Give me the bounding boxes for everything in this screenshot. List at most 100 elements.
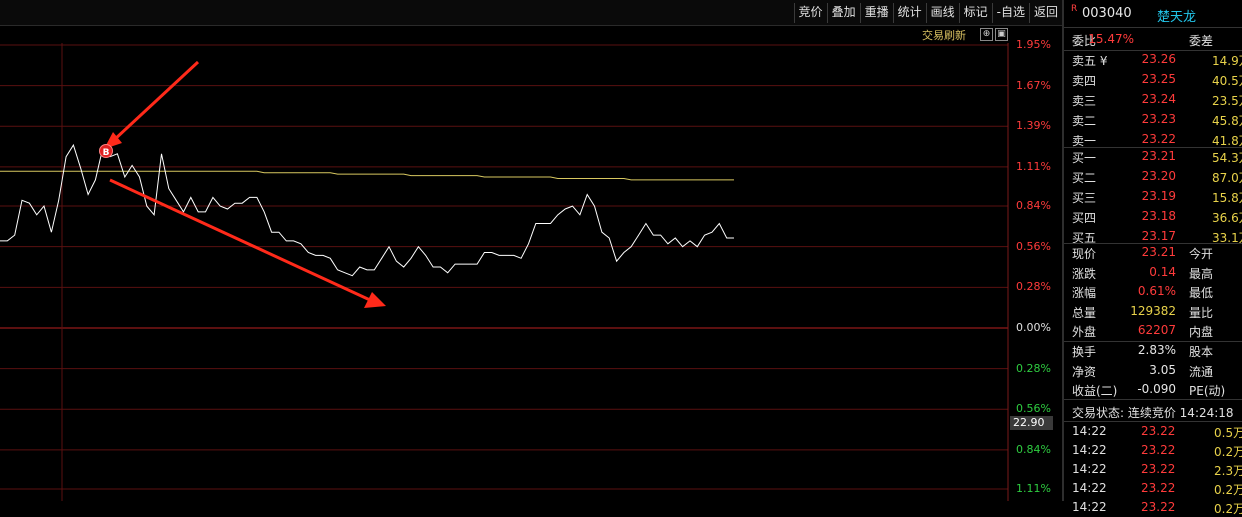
quote-label: 外盘 <box>1072 325 1097 339</box>
tick-volume: 0.5万 <box>1214 426 1242 440</box>
quote-label: 总量 <box>1072 305 1097 320</box>
tick-price: 23.22 <box>1141 443 1176 457</box>
tick-time: 14:22 <box>1072 500 1107 514</box>
bid-volume: 36.6万 <box>1212 211 1242 225</box>
fundamental-label: 换手 <box>1072 345 1097 359</box>
weibi-value: 15.47% <box>1088 32 1134 46</box>
bid-volume: 15.8万 <box>1212 191 1242 205</box>
ask-volume: 23.5万 <box>1212 94 1242 108</box>
quote-label2: 量比 <box>1189 305 1214 320</box>
annotation-arrow-2 <box>109 178 371 302</box>
pct-tick-label: 1.39% <box>1016 119 1051 133</box>
tick-time: 14:22 <box>1072 462 1107 476</box>
pct-tick-label: 0.28% <box>1016 361 1051 375</box>
price-cursor-tag: 22.90 <box>1010 416 1053 430</box>
tick-time: 14:22 <box>1072 481 1107 495</box>
bid-level-label: 买二 <box>1072 171 1097 185</box>
tick-price: 23.22 <box>1141 424 1176 438</box>
ask-level-label: 卖四 <box>1072 74 1097 88</box>
avg-price-line <box>0 170 734 181</box>
quote-row: 涨跌 0.14 最高 <box>1064 263 1242 282</box>
fundamental-row: 收益(二) -0.090 PE(动) <box>1064 380 1242 399</box>
quote-label: 涨幅 <box>1072 286 1097 300</box>
ask-row: 卖二 23.23 45.8万 <box>1064 110 1242 129</box>
buy-marker-label: B <box>103 148 110 158</box>
quote-value: 62207 <box>1137 323 1176 337</box>
fundamental-row: 净资 3.05 流通 <box>1064 361 1242 380</box>
tick-price: 23.22 <box>1141 500 1176 514</box>
bid-volume: 54.3万 <box>1212 151 1242 165</box>
tick-volume: 2.3万 <box>1214 464 1242 478</box>
bid-price: 23.18 <box>1141 209 1176 223</box>
weicha-label: 委差 <box>1189 34 1214 48</box>
pct-tick-label: 0.84% <box>1016 199 1051 213</box>
ask-level-label: 卖二 <box>1072 114 1097 128</box>
annotation-arrow-1 <box>112 60 200 142</box>
bid-price: 23.20 <box>1141 169 1176 183</box>
ask-row: 卖四 23.25 40.5万 <box>1064 70 1242 89</box>
pct-tick-label: 0.28% <box>1016 280 1051 294</box>
ask-price: 23.26 <box>1141 52 1176 66</box>
quote-value: 0.14 <box>1149 264 1176 279</box>
quote-value: 23.21 <box>1141 245 1176 259</box>
tick-time: 14:22 <box>1072 443 1107 457</box>
fundamental-label: 收益(二) <box>1072 384 1118 398</box>
bid-level-label: 买一 <box>1072 151 1097 165</box>
stock-header: R 003040 楚天龙 <box>1064 0 1242 28</box>
bid-level-label: 买三 <box>1072 191 1097 205</box>
quote-label2: 最低 <box>1189 286 1214 300</box>
panel-separator <box>1064 399 1242 400</box>
quote-value: 129382 <box>1130 303 1176 318</box>
bid-row: 买二 23.20 87.0万 <box>1064 167 1242 186</box>
bid-level-label: 买四 <box>1072 211 1097 225</box>
pct-tick-label: 0.56% <box>1016 239 1051 253</box>
tick-row: 14:22 23.22 0.5万 <box>1064 422 1242 441</box>
fundamental-label2: PE(动) <box>1189 384 1226 398</box>
fundamental-label: 净资 <box>1072 364 1097 379</box>
ask-row: 卖三 23.24 23.5万 <box>1064 90 1242 109</box>
quote-row: 现价 23.21 今开 <box>1064 243 1242 262</box>
ask-price: 23.23 <box>1141 112 1176 126</box>
quote-label2: 内盘 <box>1189 325 1214 339</box>
fundamental-row: 换手 2.83% 股本 <box>1064 341 1242 360</box>
fundamental-label2: 流通 <box>1189 364 1214 379</box>
pct-tick-label: 1.11% <box>1016 159 1051 173</box>
bid-row: 买四 23.18 36.6万 <box>1064 207 1242 226</box>
quote-row: 涨幅 0.61% 最低 <box>1064 282 1242 301</box>
pct-tick-label: 1.11% <box>1016 482 1051 495</box>
quote-label: 涨跌 <box>1072 266 1097 281</box>
bid-price: 23.17 <box>1141 229 1176 243</box>
price-line <box>0 143 734 277</box>
pct-tick-label: 1.67% <box>1016 78 1051 92</box>
bid-price: 23.21 <box>1141 149 1176 163</box>
tick-row: 14:22 23.22 2.3万 <box>1064 460 1242 479</box>
fundamental-value: 3.05 <box>1149 362 1176 377</box>
ask-level-label: 卖五 ¥ <box>1072 54 1108 68</box>
weibi-row: 委比 15.47% 委差 <box>1064 30 1242 49</box>
intraday-chart[interactable]: B <box>0 0 1062 501</box>
bid-row: 买三 23.19 15.8万 <box>1064 187 1242 206</box>
tick-volume: 0.2万 <box>1214 502 1242 516</box>
tick-volume: 0.2万 <box>1214 445 1242 459</box>
quote-row: 总量 129382 量比 <box>1064 302 1242 321</box>
quote-row: 外盘 62207 内盘 <box>1064 321 1242 340</box>
ask-row: 卖五 ¥ 23.26 14.9万 <box>1064 50 1242 69</box>
pct-tick-label: 0.56% <box>1016 402 1051 416</box>
trade-status: 交易状态: 连续竞价 14:24:18 <box>1072 406 1234 420</box>
fundamental-label2: 股本 <box>1189 345 1214 359</box>
ask-volume: 45.8万 <box>1212 114 1242 128</box>
ask-volume: 14.9万 <box>1212 54 1242 68</box>
ask-level-label: 卖三 <box>1072 94 1097 108</box>
tick-price: 23.22 <box>1141 462 1176 476</box>
quote-label: 现价 <box>1072 247 1097 261</box>
stock-name[interactable]: 楚天龙 <box>1157 6 1196 25</box>
bid-price: 23.19 <box>1141 189 1176 203</box>
bid-row: 买一 23.21 54.3万 <box>1064 147 1242 166</box>
stock-code: 003040 <box>1082 6 1132 21</box>
ask-price: 23.25 <box>1141 72 1176 86</box>
bid-volume: 87.0万 <box>1212 171 1242 185</box>
r-mark: R <box>1071 4 1078 14</box>
tick-time: 14:22 <box>1072 424 1107 438</box>
fundamental-value: -0.090 <box>1137 382 1176 396</box>
quote-value: 0.61% <box>1137 284 1176 298</box>
